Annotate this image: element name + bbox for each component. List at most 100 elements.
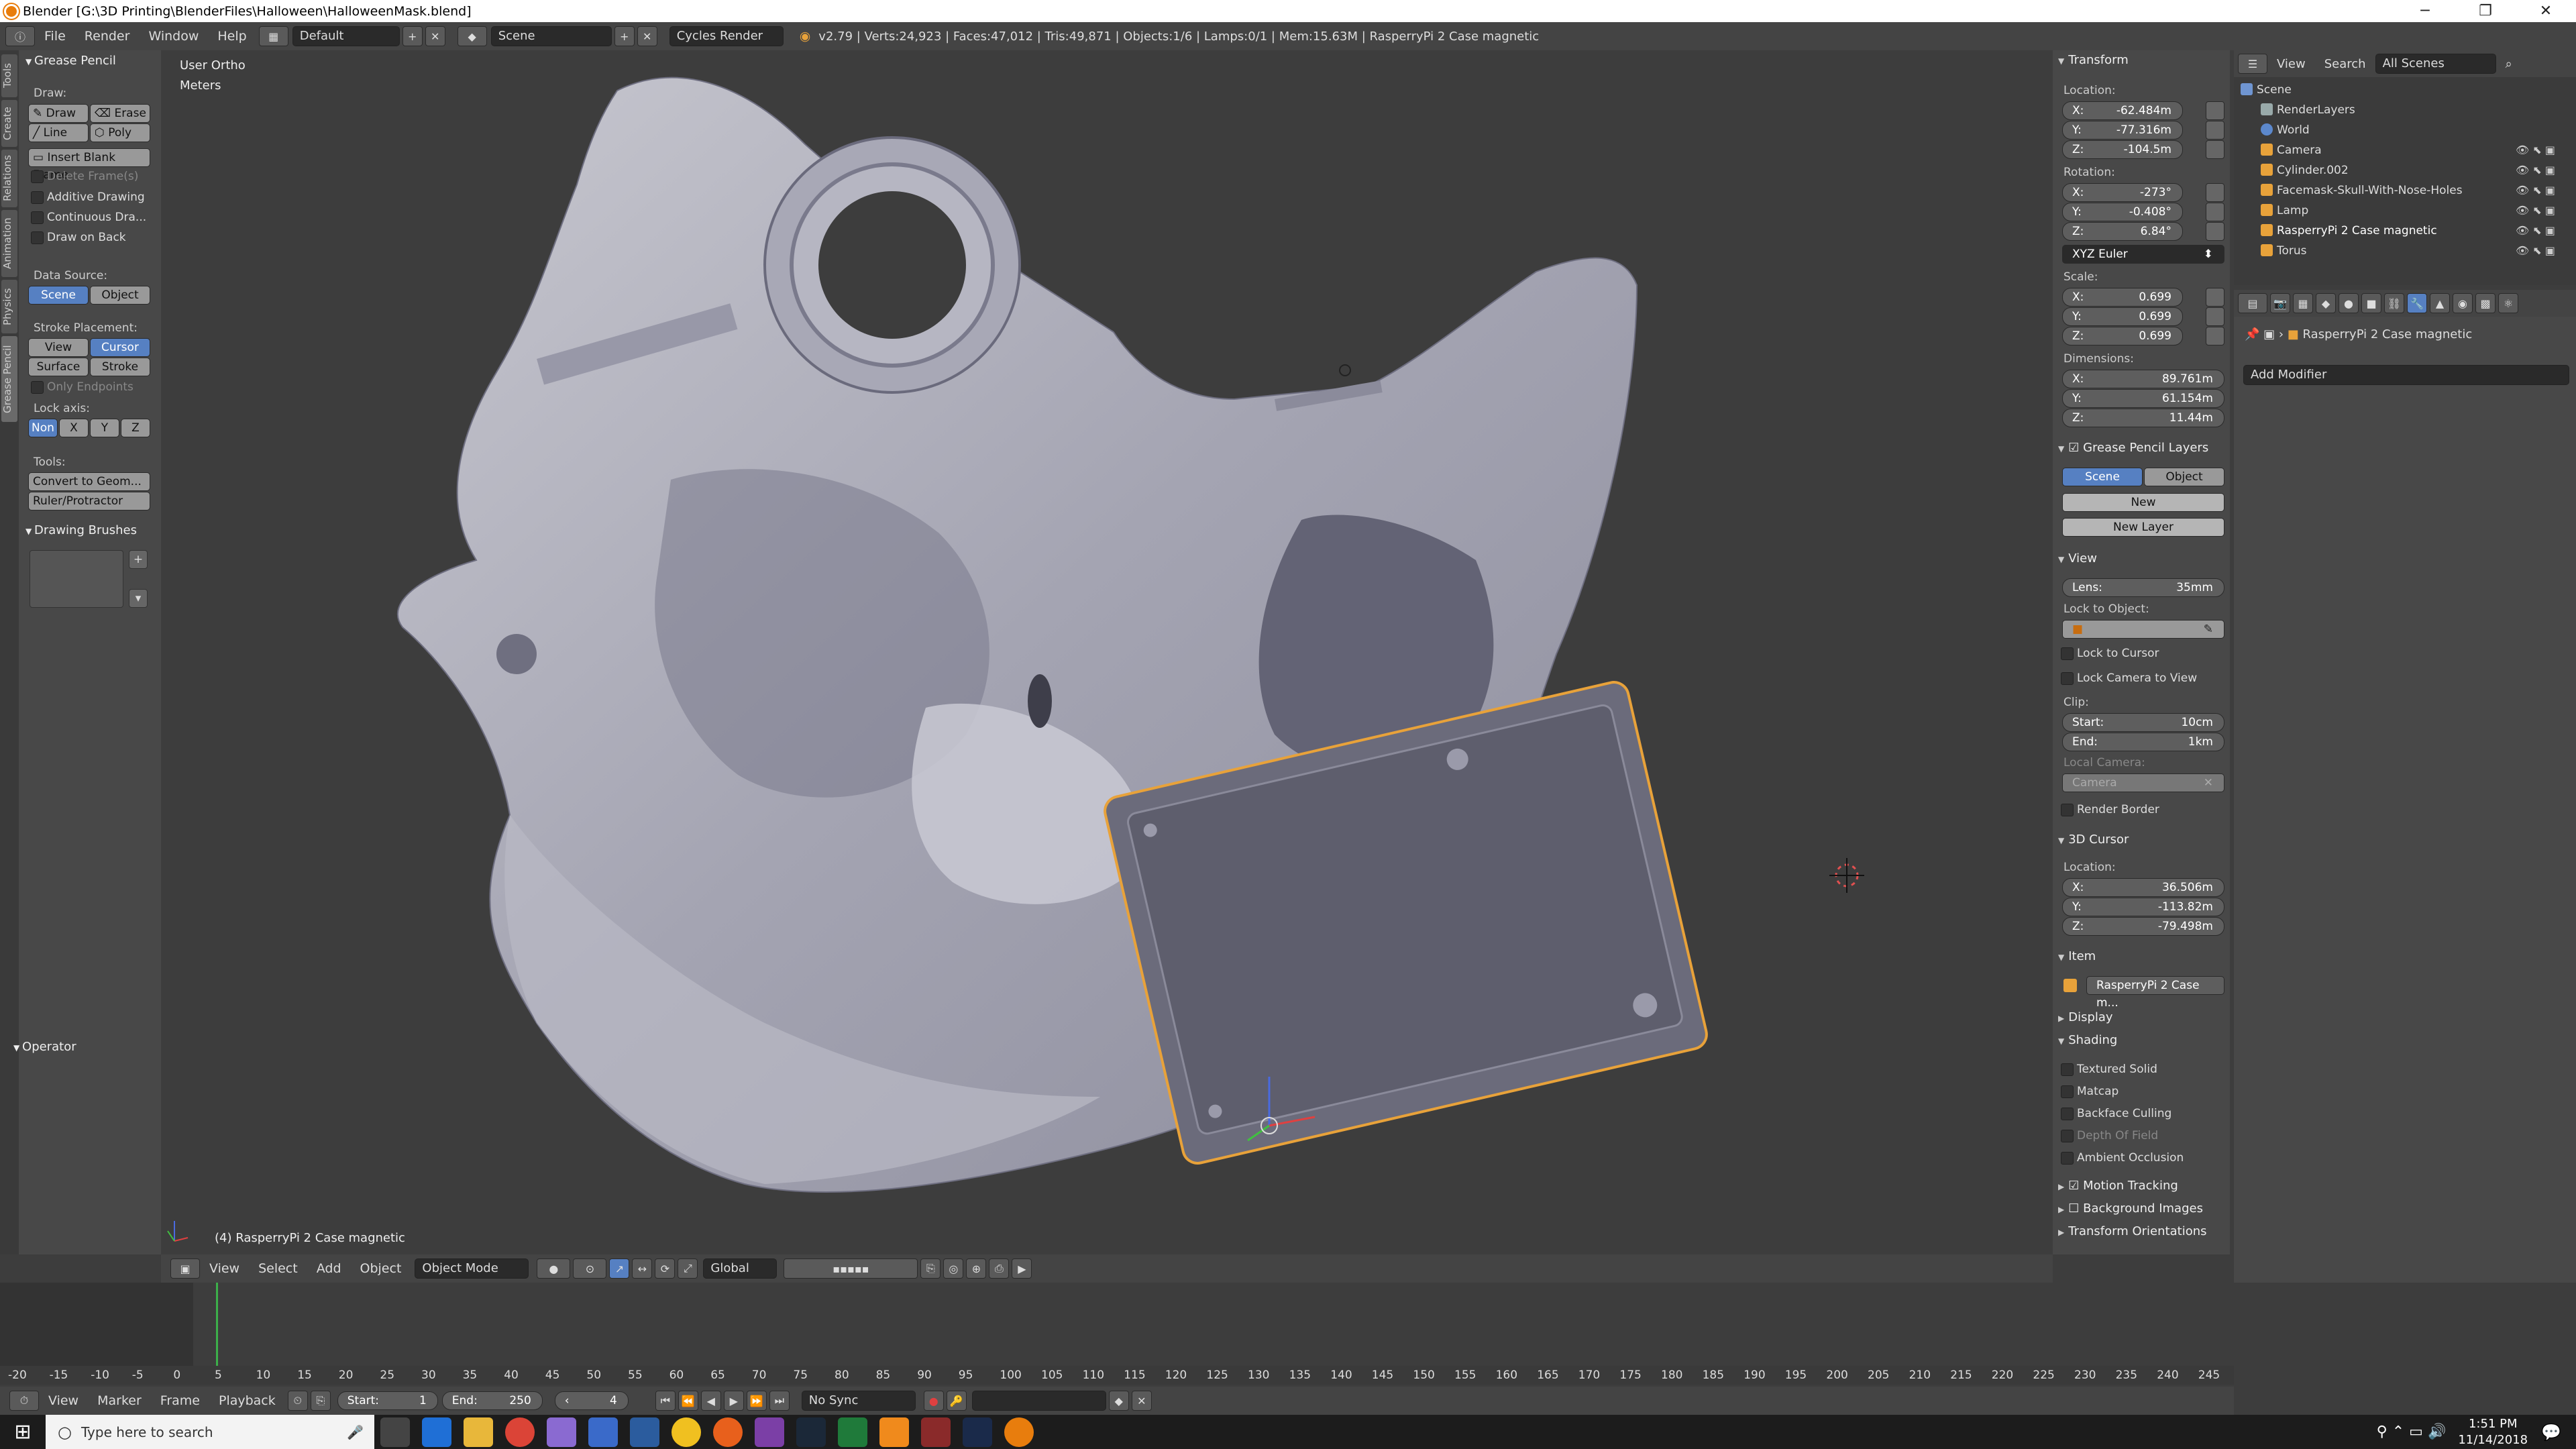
draw-on-back-checkbox[interactable]: Draw on Back [28,228,126,247]
tray-icons[interactable]: ⚲ ⌃ ▭ 🔊 [2377,1424,2447,1440]
lock-to-object-field[interactable]: ■ ✎ [2062,620,2224,639]
draw-button[interactable]: ✎ Draw [28,104,89,123]
physics-tab-icon[interactable]: ⚛ [2498,293,2518,313]
clock[interactable]: 1:51 PM 11/14/2018 [2458,1416,2528,1448]
lock-rot-x-icon[interactable] [2206,183,2224,202]
3d-viewport[interactable]: User Ortho Meters (4) RasperryPi 2 Case … [161,50,2053,1254]
excel-icon[interactable] [838,1417,867,1447]
scale-z-field[interactable]: Z: 0.699 [2062,327,2183,345]
placement-stroke-button[interactable]: Stroke [90,358,150,376]
section-display[interactable]: Display [2058,1008,2112,1028]
close-button[interactable]: ✕ [2516,3,2576,19]
add-modifier-dropdown[interactable]: Add Modifier [2243,365,2569,385]
lock-loc-z-icon[interactable] [2206,140,2224,159]
scale-y-field[interactable]: Y: 0.699 [2062,307,2183,326]
outliner-item-world[interactable]: World [2261,120,2310,140]
local-camera-field[interactable]: Camera ✕ [2062,773,2224,792]
additive-drawing-checkbox[interactable]: Additive Drawing [28,188,145,207]
panel-header-operator[interactable]: ▼ Operator [7,1036,76,1058]
tab-tools[interactable]: Tools [1,54,17,97]
app-icon-4[interactable] [672,1417,701,1447]
viewport-editor-type-icon[interactable]: ▣ [170,1258,200,1279]
scale-icon[interactable]: ⤢ [678,1258,698,1279]
screen-layout-icon[interactable]: ▦ [258,26,288,46]
task-view-icon[interactable] [380,1417,410,1447]
data-tab-icon[interactable]: ▲ [2430,293,2450,313]
placement-surface-button[interactable]: Surface [28,358,89,376]
render-border-checkbox[interactable]: Render Border [2058,800,2159,819]
section-transform-orientations[interactable]: Transform Orientations [2058,1222,2206,1242]
lock-to-cursor-checkbox[interactable]: Lock to Cursor [2058,644,2159,663]
constraints-tab-icon[interactable]: ⛓ [2384,293,2404,313]
lock-axis-none-button[interactable]: Non [28,419,58,437]
timeline-menu-view[interactable]: View [39,1393,88,1408]
lock-camera-to-view-checkbox[interactable]: Lock Camera to View [2058,669,2197,688]
current-frame-marker[interactable] [216,1283,218,1367]
keying-set-field[interactable] [971,1391,1106,1411]
texture-tab-icon[interactable]: ▩ [2475,293,2496,313]
menu-add[interactable]: Add [307,1261,351,1276]
menu-file[interactable]: File [35,29,75,44]
add-layout-icon[interactable]: + [402,26,423,46]
section-view[interactable]: View [2058,549,2097,569]
convert-to-geometry-dropdown[interactable]: Convert to Geom... [28,472,150,491]
play-reverse-icon[interactable]: ◀ [700,1391,721,1411]
windows-start-icon[interactable]: ⊞ [0,1420,46,1444]
lock-scale-y-icon[interactable] [2206,307,2224,326]
location-y-field[interactable]: Y: -77.316m [2062,121,2183,140]
section-item[interactable]: Item [2058,947,2096,967]
orientation-dropdown[interactable]: Global [703,1258,777,1279]
material-tab-icon[interactable]: ◉ [2453,293,2473,313]
rotation-z-field[interactable]: Z: 6.84° [2062,222,2183,241]
outliner-editor-type-icon[interactable]: ☰ [2238,54,2267,74]
chrome-icon[interactable] [505,1417,535,1447]
microphone-icon[interactable]: 🎤 [347,1424,364,1440]
snap-icon[interactable]: ⊕ [966,1258,987,1279]
scene-tab-icon[interactable]: ◆ [2316,293,2336,313]
brush-list[interactable] [30,550,123,608]
dimension-y-field[interactable]: Y: 61.154m [2062,389,2224,408]
tab-create[interactable]: Create [1,100,17,147]
file-explorer-icon[interactable] [464,1417,493,1447]
depth-of-field-checkbox[interactable]: Depth Of Field [2058,1126,2158,1145]
timeline-menu-frame[interactable]: Frame [151,1393,209,1408]
panel-header-drawing-brushes[interactable]: ▼ Drawing Brushes [19,520,137,541]
lock-scale-z-icon[interactable] [2206,327,2224,345]
gp-new-button[interactable]: New [2062,493,2224,512]
blender-taskbar-icon[interactable] [1004,1417,1034,1447]
only-endpoints-checkbox[interactable]: Only Endpoints [28,378,133,396]
location-x-field[interactable]: X: -62.484m [2062,101,2183,120]
section-shading[interactable]: Shading [2058,1030,2117,1051]
tab-relations[interactable]: Relations [1,150,17,207]
lock-loc-x-icon[interactable] [2206,101,2224,120]
timeline-menu-playback[interactable]: Playback [209,1393,285,1408]
gp-new-layer-button[interactable]: New Layer [2062,518,2224,537]
app-icon-7[interactable] [963,1417,992,1447]
current-frame-field[interactable]: ‹ 4 [554,1391,629,1410]
lock-scale-x-icon[interactable] [2206,288,2224,307]
screen-layout-field[interactable]: Default [292,26,400,46]
clip-end-field[interactable]: End: 1km [2062,733,2224,751]
layers-tab-icon[interactable]: ▦ [2293,293,2313,313]
app-icon-2[interactable] [588,1417,618,1447]
ruler-protractor-button[interactable]: Ruler/Protractor [28,492,150,511]
pivot-point-icon[interactable]: ⊙ [573,1258,607,1279]
section-3d-cursor[interactable]: 3D Cursor [2058,830,2129,850]
matcap-checkbox[interactable]: Matcap [2058,1082,2118,1101]
cursor-z-field[interactable]: Z: -79.498m [2062,917,2224,936]
clip-start-field[interactable]: Start: 10cm [2062,713,2224,732]
outliner-item-facemask[interactable]: Facemask-Skull-With-Nose-Holes [2261,180,2463,201]
data-source-scene-button[interactable]: Scene [28,286,89,305]
dimension-x-field[interactable]: X: 89.761m [2062,370,2224,388]
editor-type-icon[interactable]: ⓘ [5,26,35,46]
shading-mode-icon[interactable]: ● [537,1258,571,1279]
outliner-menu-view[interactable]: View [2267,57,2315,71]
add-scene-icon[interactable]: + [614,26,635,46]
steam-icon[interactable] [796,1417,826,1447]
render-preview-icon[interactable]: ⎙ [989,1258,1010,1279]
outliner-menu-search[interactable]: Search [2315,57,2375,71]
timeline[interactable]: -20 -15 -10 -5 0 5 10 15 20 25 30 35 40 45 50 55 60 65 70 7… [0,1283,2234,1387]
edge-icon[interactable] [422,1417,451,1447]
prev-keyframe-icon[interactable]: ⏪ [678,1391,698,1411]
menu-view[interactable]: View [200,1261,249,1276]
